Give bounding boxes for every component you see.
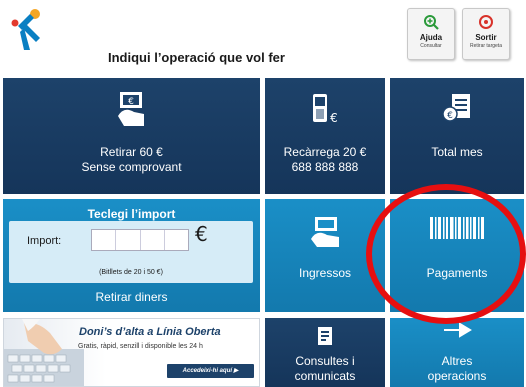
help-button[interactable]: Ajuda Consultar	[407, 8, 455, 60]
exit-label: Sortir	[475, 33, 497, 42]
document-icon	[318, 327, 332, 345]
topup-line1: Recàrrega 20 €	[283, 145, 367, 159]
banner-title: Doni’s d’alta a Línia Oberta	[79, 326, 221, 338]
monthly-total-button[interactable]: € Total mes	[390, 78, 524, 194]
arrow-icon	[444, 322, 472, 338]
banner-access-button[interactable]: Accedeixi-hi aquí ▶	[167, 364, 254, 378]
other-line2: operacions	[427, 369, 487, 383]
queries-line2: comunicats	[294, 369, 356, 383]
deposits-button[interactable]: Ingressos	[265, 199, 385, 312]
svg-text:€: €	[330, 111, 338, 125]
topup-line2: 688 888 888	[291, 160, 359, 174]
amount-digit-slot	[141, 230, 165, 250]
amount-digit-slot	[92, 230, 117, 250]
keyboard-hand-image	[4, 319, 84, 386]
withdraw-line2: Sense comprovant	[81, 160, 182, 174]
withdraw-money-button[interactable]: Retirar diners	[3, 290, 260, 305]
statement-icon: €	[442, 94, 470, 122]
amount-label: Import:	[27, 235, 62, 247]
amount-digit-slot	[165, 230, 188, 250]
mobile-euro-icon: €	[313, 94, 338, 125]
barcode-icon	[430, 217, 484, 239]
online-signup-banner[interactable]: Doni’s d’alta a Línia Oberta Gratis, ràp…	[3, 318, 260, 387]
power-exit-icon	[479, 15, 493, 29]
exit-button[interactable]: Sortir Retirar targeta	[462, 8, 510, 60]
queries-button[interactable]: Consultes i comunicats	[265, 318, 385, 387]
payments-button[interactable]: Pagaments	[390, 199, 524, 312]
banner-subtitle: Gratis, ràpid, senzill i disponible les …	[78, 343, 203, 350]
withdraw-60-button[interactable]: € Retirar 60 € Sense comprovant	[3, 78, 260, 194]
magnifier-help-icon	[424, 15, 439, 30]
deposit-card-icon	[311, 217, 339, 247]
help-sublabel: Consultar	[420, 43, 442, 49]
payments-label: Pagaments	[426, 266, 488, 280]
amount-entry-box: Import: € (Bitllets de 20 i 50 €)	[9, 221, 253, 283]
other-operations-button[interactable]: Altres operacions	[390, 318, 524, 387]
help-label: Ajuda	[419, 33, 443, 42]
amount-input[interactable]	[91, 229, 189, 251]
currency-symbol: €	[195, 222, 208, 246]
instruction-text: Indiqui l’operació que vol fer	[108, 50, 285, 65]
bank-logo	[11, 9, 40, 50]
svg-text:€: €	[447, 111, 453, 121]
withdraw-line1: Retirar 60 €	[100, 145, 163, 159]
cash-withdraw-icon: €	[118, 92, 144, 126]
banknotes-note: (Bitllets de 20 i 50 €)	[99, 269, 163, 276]
total-label: Total mes	[431, 145, 483, 159]
amount-digit-slot	[116, 230, 141, 250]
other-line1: Altres	[441, 354, 473, 368]
enter-amount-panel: Teclegi l’import Import: € (Bitllets de …	[3, 199, 260, 312]
svg-text:€: €	[128, 97, 134, 107]
amount-title: Teclegi l’import	[87, 207, 176, 221]
topup-20-button[interactable]: € Recàrrega 20 € 688 888 888	[265, 78, 385, 194]
exit-sublabel: Retirar targeta	[470, 43, 502, 49]
deposits-label: Ingressos	[298, 266, 352, 280]
queries-line1: Consultes i	[295, 354, 355, 368]
